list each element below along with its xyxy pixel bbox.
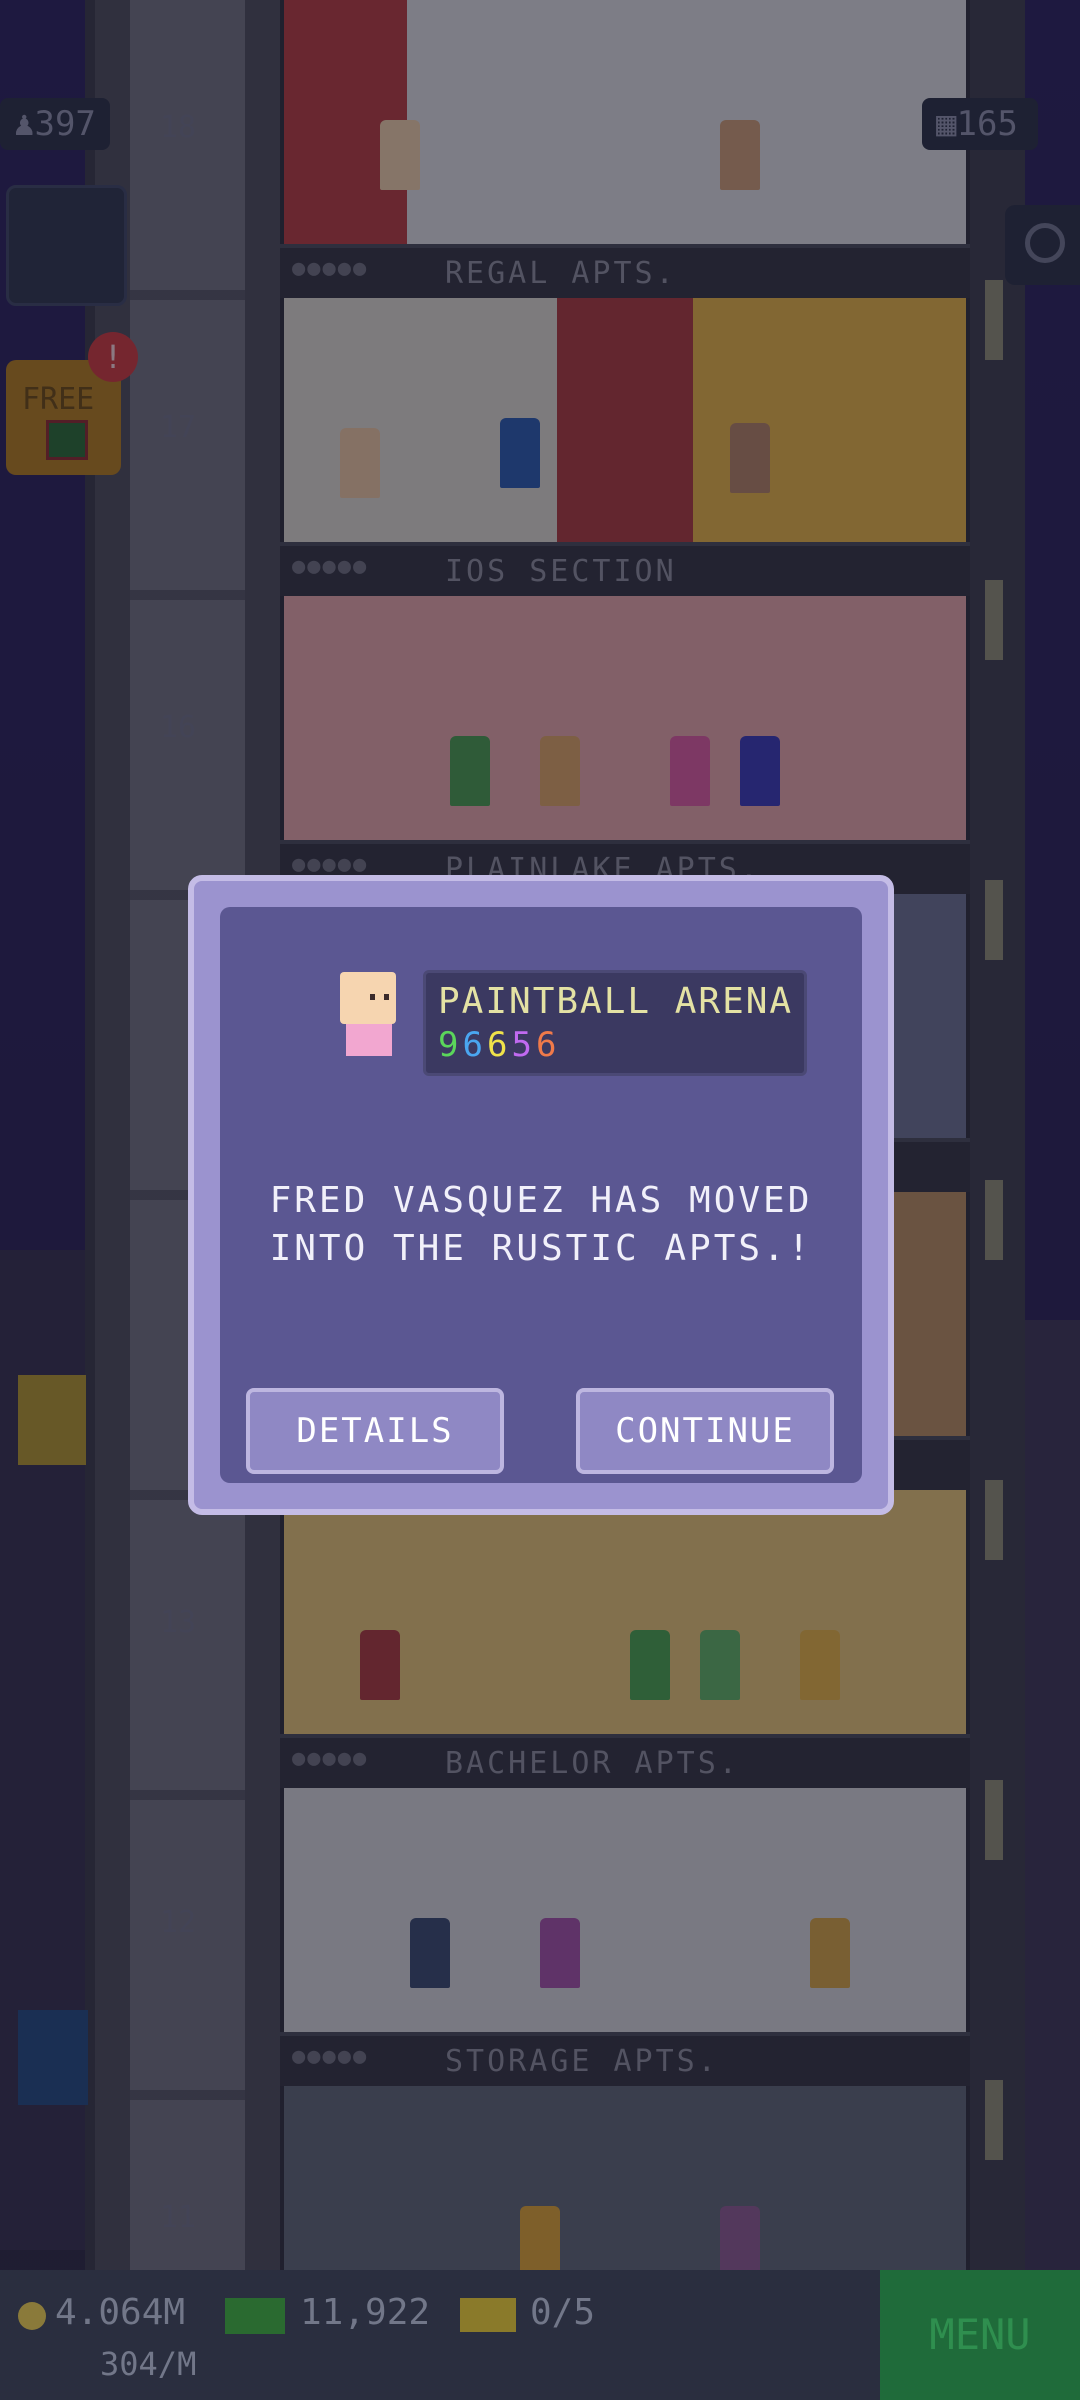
bux-icon [225,2298,285,2334]
menu-button[interactable]: MENU [880,2270,1080,2400]
dialog-message: FRED VASQUEZ HAS MOVED INTO THE RUSTIC A… [220,1177,862,1273]
dialog-panel: PAINTBALL ARENA 96656 FRED VASQUEZ HAS M… [220,907,862,1483]
coin-icon [18,2302,46,2330]
message-line: INTO THE RUSTIC APTS.! [269,1228,813,1269]
digit: 6 [535,1025,561,1065]
ticket-icon [460,2298,516,2332]
coins-rate: 304/M [100,2345,197,2383]
dream-job-digits: 96656 [438,1025,560,1065]
details-button[interactable]: DETAILS [246,1388,504,1474]
avatar-head [340,972,396,1024]
avatar-body [346,1024,392,1056]
continue-button[interactable]: CONTINUE [576,1388,834,1474]
business-box: PAINTBALL ARENA 96656 [423,970,807,1076]
tickets-value: 0/5 [530,2292,596,2333]
digit: 6 [462,1025,487,1065]
business-name: PAINTBALL ARENA [438,981,794,1022]
digit: 5 [511,1025,536,1065]
digit: 9 [438,1025,463,1065]
eye [370,994,375,1000]
message-line: FRED VASQUEZ HAS MOVED [269,1180,813,1221]
coins-value: 4.064M [55,2292,186,2333]
digit: 6 [486,1025,512,1065]
eye [384,994,389,1000]
tenant-moved-dialog: PAINTBALL ARENA 96656 FRED VASQUEZ HAS M… [188,875,894,1515]
tenant-avatar [340,972,400,1062]
bux-value: 11,922 [300,2292,431,2333]
